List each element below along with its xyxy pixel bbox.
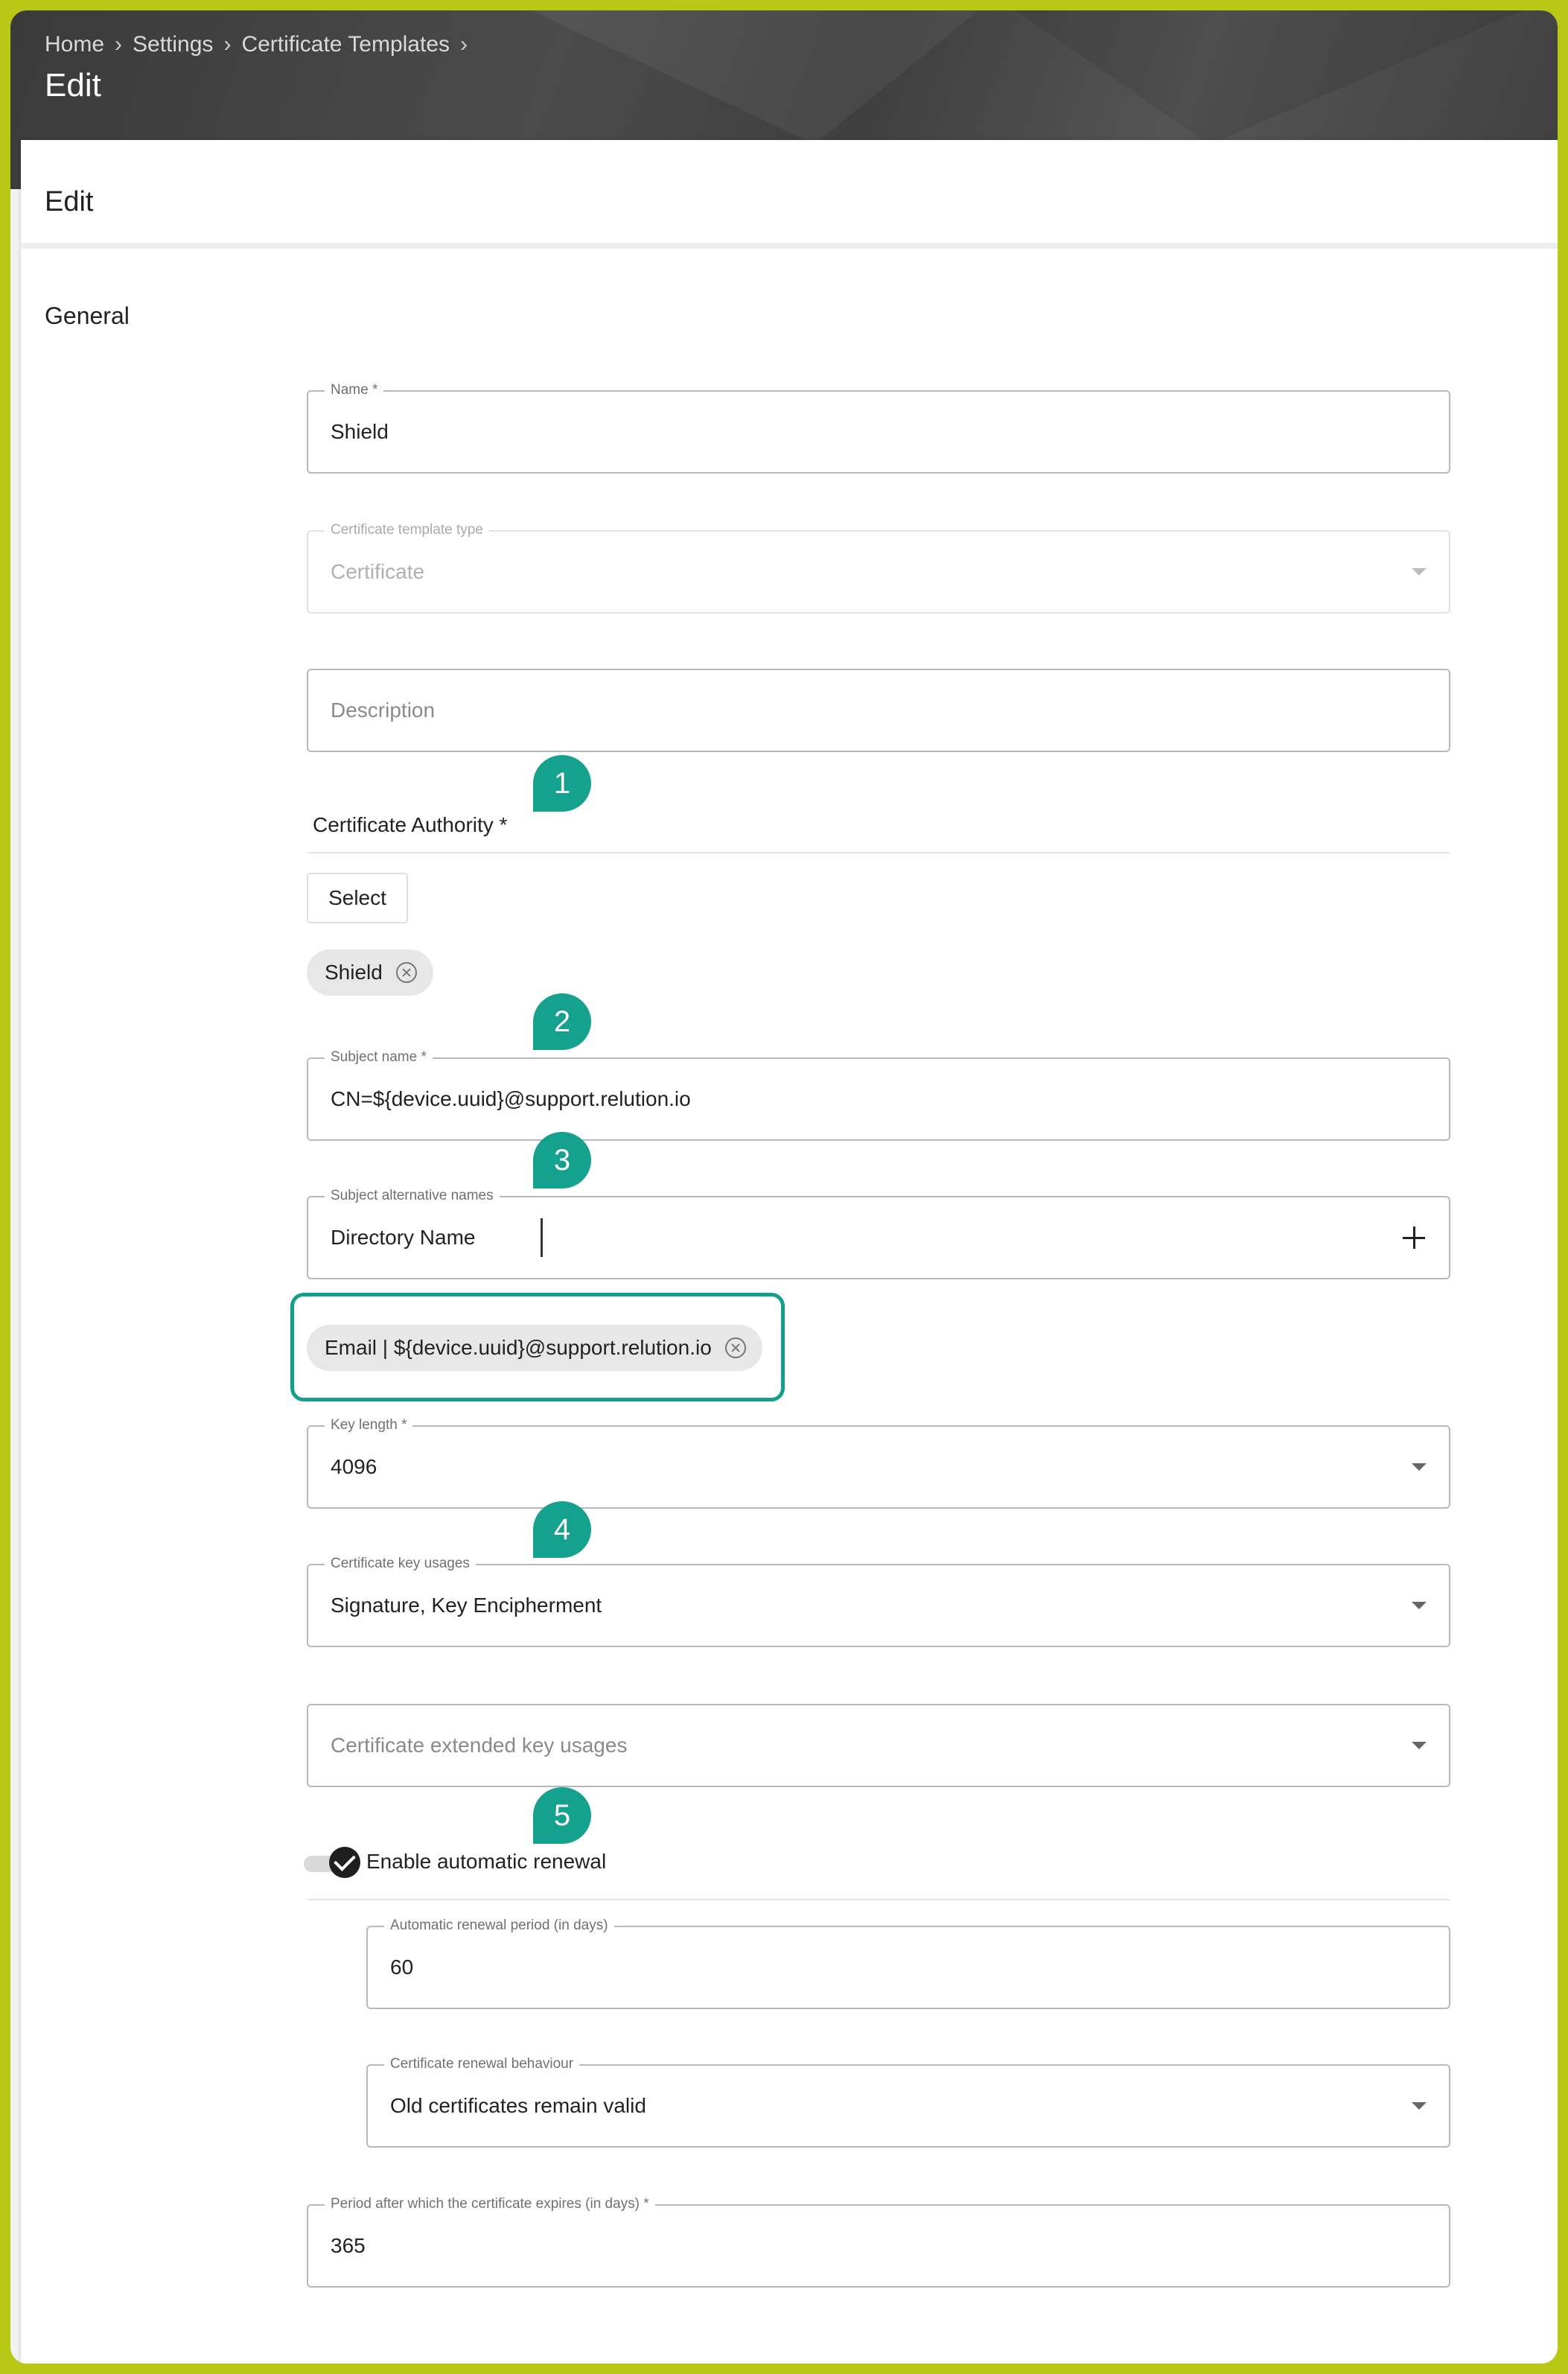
- renewal-behaviour-select[interactable]: Certificate renewal behaviour Old certif…: [366, 2055, 1450, 2148]
- breadcrumb-certificate-templates[interactable]: Certificate Templates: [241, 32, 450, 57]
- breadcrumb-settings[interactable]: Settings: [133, 32, 213, 57]
- template-type-select: Certificate template type Certificate: [307, 521, 1450, 614]
- caret-down-icon: [1412, 1463, 1427, 1471]
- plus-icon[interactable]: [1401, 1225, 1427, 1250]
- description-placeholder: Description: [331, 698, 436, 722]
- caret-down-icon: [1412, 568, 1427, 576]
- chevron-right-icon: ›: [223, 32, 232, 57]
- subject-alt-names-field[interactable]: Subject alternative names Directory Name: [307, 1187, 1450, 1279]
- close-circle-icon[interactable]: [395, 962, 417, 983]
- extended-key-usages-placeholder: Certificate extended key usages: [331, 1734, 628, 1757]
- divider: [307, 1899, 1450, 1900]
- renewal-period-value: 60: [390, 1955, 414, 1979]
- ca-chip: Shield: [307, 949, 433, 996]
- key-usages-value: Signature, Key Encipherment: [331, 1594, 602, 1617]
- expiry-period-label: Period after which the certificate expir…: [325, 2195, 655, 2213]
- check-icon: [334, 1849, 356, 1871]
- renewal-behaviour-value: Old certificates remain valid: [390, 2094, 646, 2117]
- ca-chip-label: Shield: [325, 961, 383, 984]
- marker-3: 3: [533, 1132, 591, 1188]
- marker-2: 2: [533, 993, 591, 1050]
- certificate-authority-label: Certificate Authority *: [313, 813, 508, 836]
- template-type-value: Certificate: [331, 560, 425, 583]
- renewal-period-field[interactable]: Automatic renewal period (in days) 60: [366, 1917, 1450, 2009]
- close-circle-icon[interactable]: [724, 1337, 746, 1358]
- subject-alt-names-type[interactable]: Directory Name: [331, 1197, 475, 1278]
- breadcrumb-home[interactable]: Home: [45, 32, 104, 57]
- caret-down-icon: [1412, 2102, 1427, 2110]
- section-title-general: General: [45, 302, 130, 329]
- description-field[interactable]: Description: [307, 669, 1450, 752]
- key-usages-select[interactable]: Certificate key usages Signature, Key En…: [307, 1555, 1450, 1647]
- key-length-value: 4096: [331, 1455, 377, 1478]
- select-ca-button[interactable]: Select: [307, 873, 408, 923]
- chevron-right-icon: ›: [460, 32, 468, 57]
- auto-renewal-toggle[interactable]: [304, 1847, 360, 1878]
- name-field[interactable]: Name * Shield: [307, 381, 1450, 474]
- subject-name-field[interactable]: Subject name * CN=${device.uuid}@support…: [307, 1048, 1450, 1141]
- san-chip-label: Email | ${device.uuid}@support.relution.…: [325, 1336, 712, 1359]
- text-cursor: [541, 1218, 543, 1257]
- marker-4: 4: [533, 1501, 591, 1558]
- auto-renewal-label: Enable automatic renewal: [366, 1850, 607, 1873]
- name-field-value: Shield: [331, 420, 389, 443]
- expiry-period-field[interactable]: Period after which the certificate expir…: [307, 2195, 1450, 2288]
- extended-key-usages-select[interactable]: Certificate extended key usages: [307, 1704, 1450, 1787]
- renewal-period-label: Automatic renewal period (in days): [384, 1917, 614, 1935]
- toggle-knob: [329, 1847, 360, 1878]
- app-frame: Home › Settings › Certificate Templates …: [10, 10, 1558, 2364]
- page-title: Edit: [45, 67, 101, 104]
- expiry-period-value: 365: [331, 2234, 366, 2257]
- caret-down-icon: [1412, 1602, 1427, 1609]
- breadcrumb: Home › Settings › Certificate Templates …: [45, 30, 478, 60]
- key-length-select[interactable]: Key length * 4096: [307, 1416, 1450, 1509]
- divider: [307, 852, 1450, 853]
- chevron-right-icon: ›: [115, 32, 123, 57]
- marker-1: 1: [533, 755, 591, 812]
- card-divider: [21, 243, 1558, 249]
- subject-name-value: CN=${device.uuid}@support.relution.io: [331, 1087, 691, 1110]
- marker-5: 5: [533, 1787, 591, 1844]
- caret-down-icon: [1412, 1742, 1427, 1749]
- san-chip: Email | ${device.uuid}@support.relution.…: [307, 1325, 762, 1371]
- card-title: Edit: [45, 186, 94, 217]
